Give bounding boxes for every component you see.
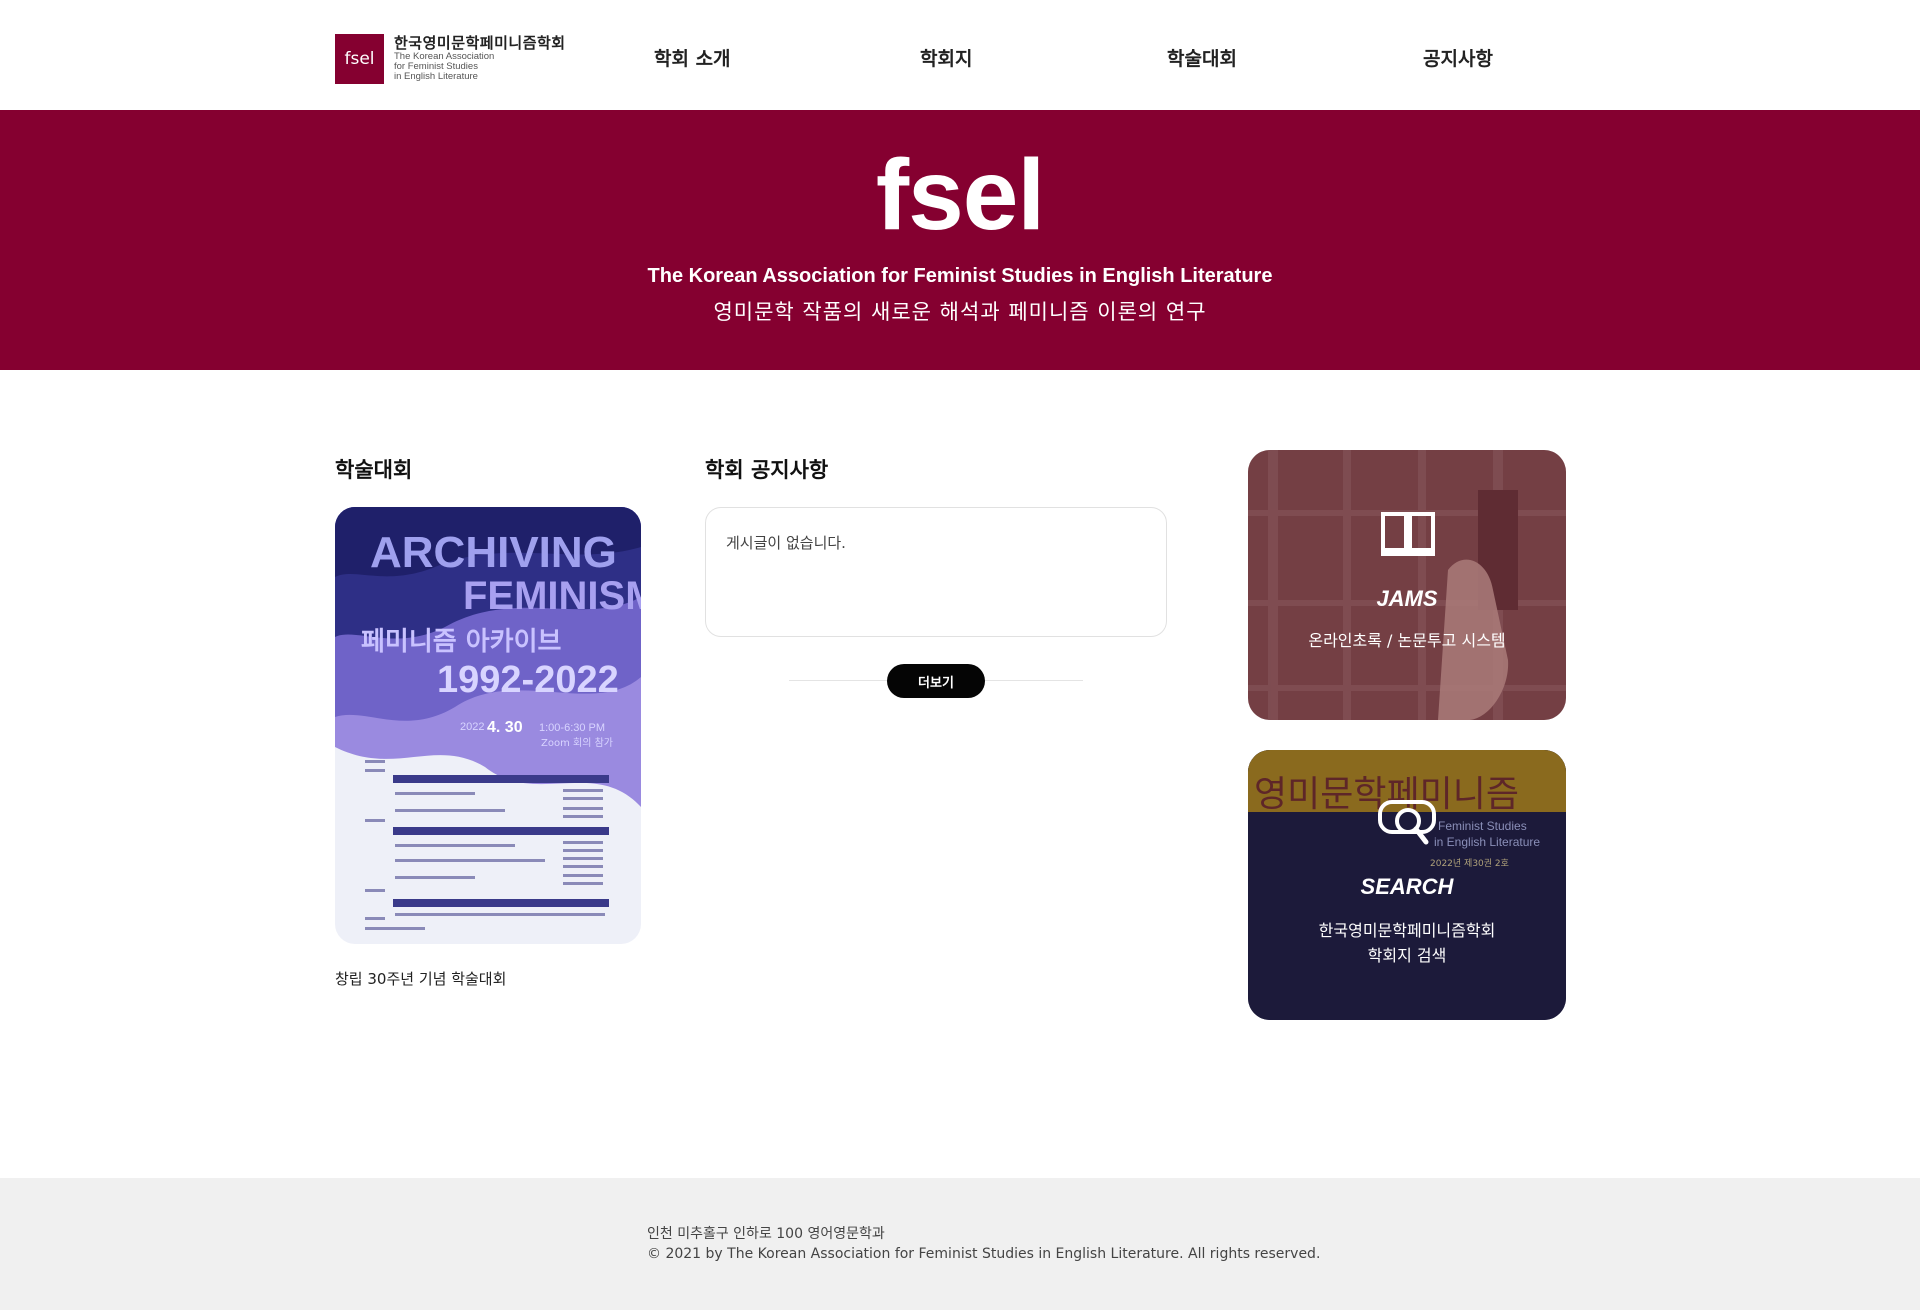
search-card[interactable]: 영미문학페미니즘 Feminist Studies in English Lit…: [1248, 750, 1566, 1020]
more-button[interactable]: 더보기: [887, 664, 985, 698]
jams-description: 온라인초록 / 논문투고 시스템: [1308, 631, 1506, 650]
nav-journal[interactable]: 학회지: [920, 44, 972, 71]
conference-poster[interactable]: ARCHIVING FEMINISM 페미니즘 아카이브 1992-2022 2…: [335, 507, 641, 944]
footer-address: 인천 미추홀구 인하로 100 영어영문학과: [647, 1226, 885, 1242]
poster-venue: Zoom 회의 참가: [541, 737, 613, 749]
poster-title-line-3: 페미니즘 아카이브: [361, 627, 561, 657]
poster-date: 4. 30: [487, 719, 523, 736]
book-icon: [1379, 510, 1437, 562]
nav-conference[interactable]: 학술대회: [1167, 44, 1237, 71]
site-logo[interactable]: fsel 한국영미문학페미니즘학회 The Korean Association…: [335, 34, 566, 84]
search-description-1: 한국영미문학페미니즘학회: [1318, 921, 1496, 940]
poster-time: 1:00-6:30 PM: [539, 722, 605, 734]
logo-eng-line-3: in English Literature: [394, 71, 478, 82]
poster-years: 1992-2022: [437, 659, 619, 701]
banner-title-eng: The Korean Association for Feminist Stud…: [647, 265, 1273, 287]
logo-kor-name: 한국영미문학페미니즘학회: [394, 34, 566, 52]
notice-list: 게시글이 없습니다.: [705, 507, 1167, 637]
jams-title: JAMS: [1376, 586, 1438, 611]
logo-text: 한국영미문학페미니즘학회 The Korean Association for …: [394, 34, 566, 82]
nav-notice[interactable]: 공지사항: [1423, 44, 1493, 71]
conference-caption[interactable]: 창립 30주년 기념 학술대회: [335, 968, 506, 989]
hero-banner: fsel The Korean Association for Feminist…: [0, 110, 1920, 370]
search-bg-eng-line-1: Feminist Studies: [1438, 819, 1527, 833]
search-icon: [1376, 798, 1442, 852]
conference-poster-image: ARCHIVING FEMINISM 페미니즘 아카이브 1992-2022 2…: [335, 507, 641, 944]
jams-card-background: [1248, 450, 1566, 720]
jams-card[interactable]: JAMS 온라인초록 / 논문투고 시스템: [1248, 450, 1566, 720]
search-title: SEARCH: [1360, 874, 1454, 899]
poster-date-year: 2022: [460, 721, 484, 733]
banner-title-kor: 영미문학 작품의 새로운 해석과 페미니즘 이론의 연구: [713, 300, 1207, 324]
site-footer: 인천 미추홀구 인하로 100 영어영문학과 © 2021 by The Kor…: [0, 1178, 1920, 1310]
notice-section-title: 학회 공지사항: [705, 458, 829, 482]
conference-section-title: 학술대회: [335, 458, 413, 482]
search-bg-issue: 2022년 제30권 2호: [1430, 857, 1509, 869]
banner-logo: fsel: [875, 139, 1045, 251]
search-description-2: 학회지 검색: [1367, 946, 1447, 965]
site-header: fsel 한국영미문학페미니즘학회 The Korean Association…: [0, 0, 1920, 110]
nav-about[interactable]: 학회 소개: [654, 44, 731, 71]
search-bg-eng-line-2: in English Literature: [1434, 835, 1540, 849]
poster-title-line-2: FEMINISM: [463, 574, 641, 618]
poster-title-line-1: ARCHIVING: [370, 528, 617, 577]
footer-copyright: © 2021 by The Korean Association for Fem…: [647, 1246, 1321, 1262]
notice-empty-message: 게시글이 없습니다.: [726, 534, 846, 552]
logo-mark: fsel: [335, 34, 384, 84]
